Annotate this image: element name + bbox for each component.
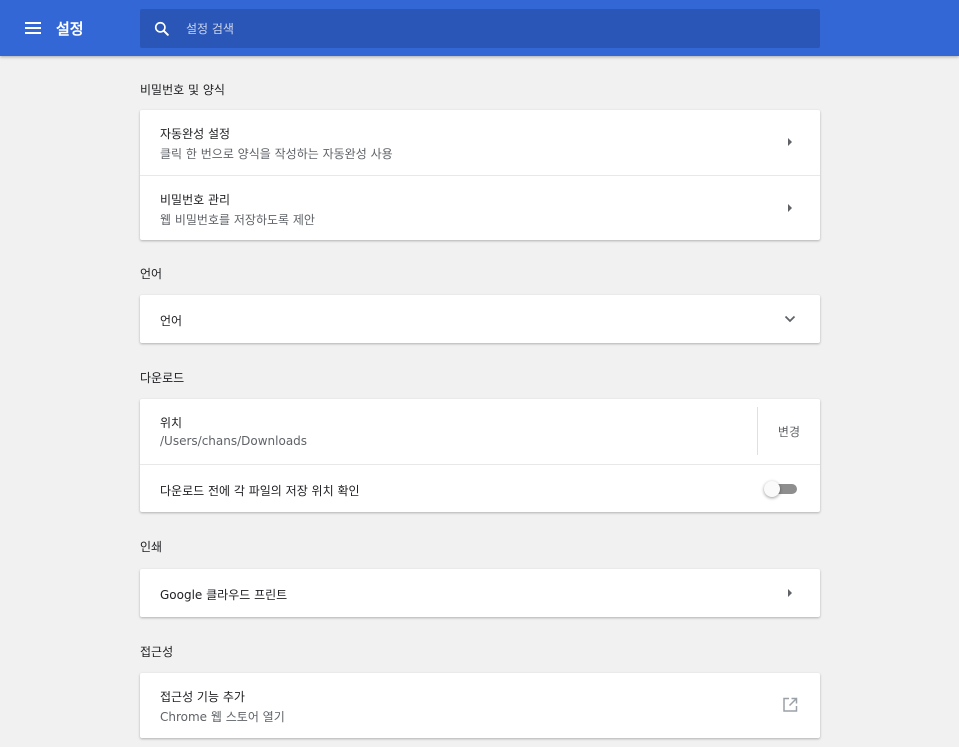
page-title: 설정 bbox=[56, 20, 84, 38]
card-languages: 언어 bbox=[140, 295, 820, 343]
language-row[interactable]: 언어 bbox=[140, 295, 820, 343]
card-downloads: 위치 /Users/chans/Downloads 변경 다운로드 전에 각 파… bbox=[140, 399, 820, 512]
arrow-right-icon[interactable] bbox=[780, 583, 800, 603]
accessibility-features-label: 접근성 기능 추가 bbox=[160, 690, 245, 704]
ask-download-location-label: 다운로드 전에 각 파일의 저장 위치 확인 bbox=[160, 484, 360, 498]
accessibility-features-description: Chrome 웹 스토어 열기 bbox=[160, 710, 285, 724]
card-accessibility: 접근성 기능 추가 Chrome 웹 스토어 열기 bbox=[140, 673, 820, 738]
arrow-right-icon[interactable] bbox=[780, 198, 800, 218]
autofill-settings-row[interactable]: 자동완성 설정 클릭 한 번으로 양식을 작성하는 자동완성 사용 bbox=[140, 110, 820, 175]
arrow-right-icon[interactable] bbox=[780, 132, 800, 152]
cloud-print-label: Google 클라우드 프린트 bbox=[160, 588, 288, 602]
language-label: 언어 bbox=[160, 314, 183, 328]
search-icon[interactable] bbox=[152, 19, 172, 39]
change-location-button[interactable]: 변경 bbox=[778, 423, 800, 440]
open-in-new-icon[interactable] bbox=[780, 695, 800, 715]
search-box[interactable] bbox=[140, 9, 820, 48]
section-title-languages: 언어 bbox=[140, 267, 163, 281]
download-location-label: 위치 bbox=[160, 416, 183, 430]
ask-download-location-row[interactable]: 다운로드 전에 각 파일의 저장 위치 확인 bbox=[140, 464, 820, 512]
download-location-row: 위치 /Users/chans/Downloads 변경 bbox=[140, 399, 820, 464]
manage-passwords-row[interactable]: 비밀번호 관리 웹 비밀번호를 저장하도록 제안 bbox=[140, 175, 820, 240]
hamburger-menu-icon[interactable] bbox=[22, 18, 46, 38]
ask-download-location-toggle[interactable] bbox=[764, 481, 798, 497]
autofill-settings-description: 클릭 한 번으로 양식을 작성하는 자동완성 사용 bbox=[160, 147, 393, 161]
section-title-printing: 인쇄 bbox=[140, 540, 163, 554]
manage-passwords-description: 웹 비밀번호를 저장하도록 제안 bbox=[160, 213, 315, 227]
download-location-path: /Users/chans/Downloads bbox=[160, 434, 308, 448]
section-title-accessibility: 접근성 bbox=[140, 645, 174, 659]
manage-passwords-label: 비밀번호 관리 bbox=[160, 193, 231, 207]
cloud-print-row[interactable]: Google 클라우드 프린트 bbox=[140, 569, 820, 617]
card-passwords: 자동완성 설정 클릭 한 번으로 양식을 작성하는 자동완성 사용 비밀번호 관… bbox=[140, 110, 820, 240]
chevron-down-icon[interactable] bbox=[780, 309, 800, 329]
card-printing: Google 클라우드 프린트 bbox=[140, 569, 820, 617]
section-title-downloads: 다운로드 bbox=[140, 371, 185, 385]
vertical-divider bbox=[757, 407, 758, 455]
search-input[interactable] bbox=[186, 17, 786, 41]
top-toolbar: 설정 bbox=[0, 0, 959, 56]
autofill-settings-label: 자동완성 설정 bbox=[160, 127, 231, 141]
toggle-knob bbox=[764, 481, 780, 497]
accessibility-features-row[interactable]: 접근성 기능 추가 Chrome 웹 스토어 열기 bbox=[140, 673, 820, 738]
section-title-passwords: 비밀번호 및 양식 bbox=[140, 83, 225, 97]
